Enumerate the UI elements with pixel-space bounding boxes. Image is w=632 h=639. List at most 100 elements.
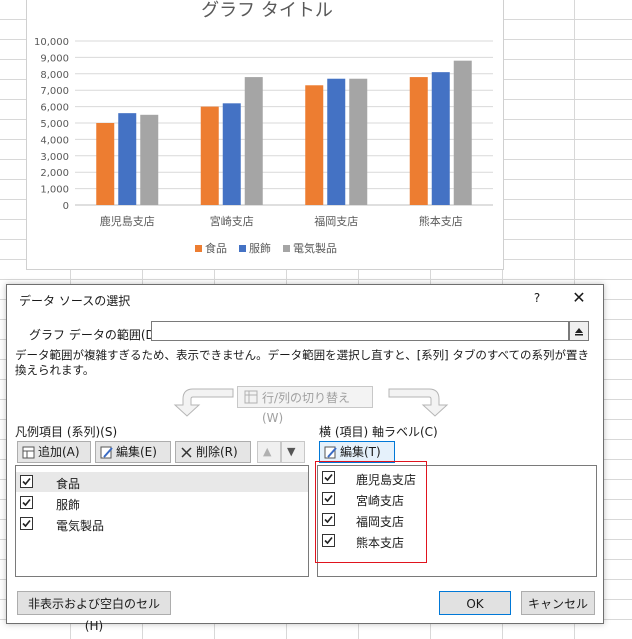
cancel-button[interactable]: キャンセル: [521, 591, 595, 615]
switch-row-column-icon: [244, 390, 258, 404]
axis-label-checkbox[interactable]: [322, 492, 335, 505]
bar-chart: グラフ タイトル 10,000 9,000 8,000 7,000 6,000 5,000…: [34, 0, 493, 255]
edit-series-button[interactable]: 編集(E): [95, 441, 171, 463]
axis-label-checkbox[interactable]: [322, 513, 335, 526]
collapse-dialog-button[interactable]: [569, 321, 589, 341]
axis-label-item[interactable]: 福岡支店: [318, 510, 596, 530]
bar: [118, 113, 137, 205]
add-series-button[interactable]: 追加(A): [17, 441, 91, 463]
chart-title[interactable]: グラフ タイトル: [201, 0, 333, 21]
legend-swatch: [283, 245, 290, 252]
y-tick-label: 5,000: [40, 119, 69, 130]
y-tick-label: 6,000: [40, 103, 69, 114]
bar: [305, 85, 324, 205]
delete-series-button[interactable]: 削除(R): [175, 441, 251, 463]
axis-label-text: 鹿児島支店: [356, 473, 417, 487]
switch-row-column-button[interactable]: 行/列の切り替え(W): [237, 386, 373, 425]
legend-label: 電気製品: [293, 241, 337, 255]
y-tick-label: 2,000: [40, 168, 69, 179]
edit-series-icon: [100, 446, 113, 459]
axis-label-item[interactable]: 熊本支店: [318, 531, 596, 551]
add-series-label: 追加(A): [38, 445, 80, 459]
y-tick-label: 1,000: [40, 185, 69, 196]
y-tick-label: 0: [63, 201, 69, 212]
axis-labels-label: 横 (項目) 軸ラベル(C): [319, 425, 438, 439]
bar: [349, 78, 368, 205]
dialog-titlebar[interactable]: データ ソースの選択 ? ✕: [7, 285, 603, 313]
legend-swatch: [195, 245, 202, 252]
hidden-empty-cells-button[interactable]: 非表示および空白のセル(H): [17, 591, 171, 633]
bar: [453, 60, 472, 206]
chart-data-range-input[interactable]: [151, 321, 569, 341]
select-data-source-dialog: データ ソースの選択 ? ✕ グラフ データの範囲(D): データ範囲が複雑すぎ…: [6, 284, 604, 633]
delete-x-icon: [181, 447, 192, 458]
close-button[interactable]: ✕: [567, 288, 591, 308]
series-item-label: 電気製品: [56, 519, 105, 533]
edit-axis-labels-button[interactable]: 編集(T): [319, 441, 395, 463]
help-button[interactable]: ?: [527, 288, 547, 308]
series-checkbox[interactable]: [20, 517, 33, 530]
axis-label-text: 宮崎支店: [356, 494, 405, 508]
dialog-title: データ ソースの選択: [19, 294, 131, 308]
y-tick-label: 9,000: [40, 53, 69, 64]
axis-label-text: 福岡支店: [356, 515, 405, 529]
chart[interactable]: グラフ タイトル 10,000 9,000 8,000 7,000 6,000 5,000…: [26, 0, 504, 270]
bar: [140, 114, 159, 205]
edit-axis-labels-label: 編集(T): [340, 445, 381, 459]
bar: [327, 78, 346, 205]
y-tick-label: 7,000: [40, 86, 69, 97]
bar: [431, 72, 450, 205]
switch-row-column-label: 行/列の切り替え(W): [262, 391, 351, 425]
y-tick-label: 8,000: [40, 70, 69, 81]
series-item[interactable]: 食品: [16, 472, 308, 492]
axis-label-checkbox[interactable]: [322, 471, 335, 484]
check-icon: [324, 536, 333, 545]
legend-label: 服飾: [249, 242, 271, 255]
legend-entries-label: 凡例項目 (系列)(S): [15, 425, 118, 439]
legend-label: 食品: [205, 241, 227, 255]
check-icon: [22, 498, 31, 507]
add-series-icon: [22, 446, 35, 459]
axis-labels-listbox[interactable]: 鹿児島支店 宮崎支店 福岡支店 熊本支店: [317, 465, 597, 577]
move-up-button[interactable]: ▲: [257, 441, 281, 463]
x-tick-label: 熊本支店: [419, 214, 463, 228]
check-icon: [324, 473, 333, 482]
series-item[interactable]: 電気製品: [16, 514, 308, 534]
edit-series-label: 編集(E): [116, 445, 157, 459]
y-tick-label: 3,000: [40, 152, 69, 163]
ok-button[interactable]: OK: [439, 591, 511, 615]
bar: [222, 103, 241, 205]
chart-data-range-label: グラフ データの範囲(D):: [29, 328, 164, 342]
move-down-button[interactable]: ▼: [281, 441, 305, 463]
bar: [96, 123, 115, 205]
axis-label-item[interactable]: 鹿児島支店: [318, 468, 596, 488]
move-down-icon: ▼: [287, 445, 296, 458]
x-tick-label: 福岡支店: [314, 214, 358, 228]
axis-label-text: 熊本支店: [356, 536, 405, 550]
bar: [244, 77, 263, 205]
axis-label-item[interactable]: 宮崎支店: [318, 489, 596, 509]
check-icon: [324, 515, 333, 524]
switch-left-arrow-icon: [173, 388, 234, 417]
series-listbox[interactable]: 食品 服飾 電気製品: [15, 465, 309, 577]
check-icon: [324, 494, 333, 503]
x-tick-label: 鹿児島支店: [100, 214, 155, 228]
check-icon: [22, 519, 31, 528]
y-tick-label: 4,000: [40, 135, 69, 146]
move-up-icon: ▲: [263, 445, 272, 458]
bar: [200, 106, 219, 205]
series-checkbox[interactable]: [20, 475, 33, 488]
axis-label-checkbox[interactable]: [322, 534, 335, 547]
y-tick-label: 10,000: [34, 37, 69, 48]
legend-swatch: [239, 245, 246, 252]
series-item-label: 服飾: [56, 498, 81, 512]
series-item[interactable]: 服飾: [16, 493, 308, 513]
series-checkbox[interactable]: [20, 496, 33, 509]
delete-series-label: 削除(R): [196, 445, 238, 459]
bar: [409, 77, 428, 205]
edit-axis-icon: [324, 446, 337, 459]
check-icon: [22, 477, 31, 486]
range-warning-text: データ範囲が複雑すぎるため、表示できません。データ範囲を選択し直すと、[系列] …: [15, 348, 590, 377]
x-tick-label: 宮崎支店: [210, 214, 254, 228]
series-item-label: 食品: [56, 477, 81, 491]
